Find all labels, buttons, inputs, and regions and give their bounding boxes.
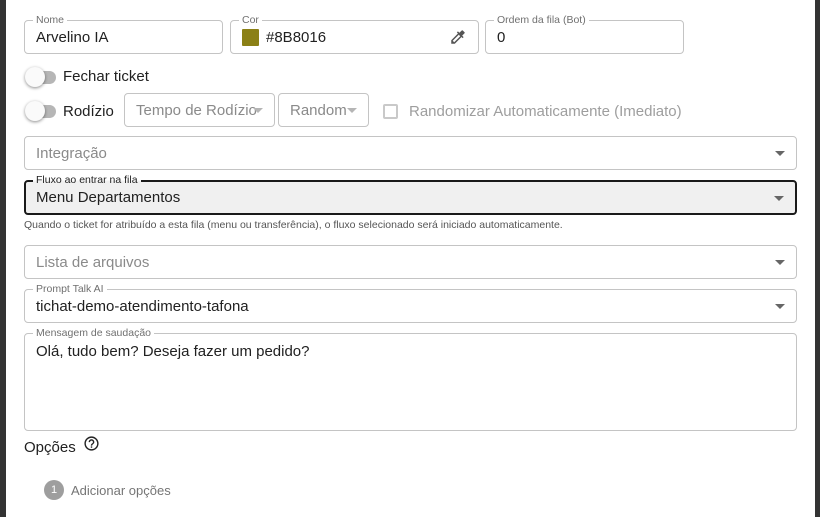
rotation-switch[interactable] bbox=[25, 101, 59, 121]
prompt-value: tichat-demo-atendimento-tafona bbox=[36, 297, 249, 315]
integration-placeholder: Integração bbox=[36, 144, 107, 162]
prompt-select[interactable]: Prompt Talk AI tichat-demo-atendimento-t… bbox=[24, 283, 797, 323]
help-circle-icon[interactable] bbox=[83, 435, 100, 452]
flow-value: Menu Departamentos bbox=[36, 189, 181, 206]
greeting-textarea[interactable]: Mensagem de saudação Olá, tudo bem? Dese… bbox=[24, 327, 797, 431]
rotation-label: Rodízio bbox=[63, 103, 114, 120]
chevron-down-icon bbox=[347, 108, 357, 113]
queue-order-value: 0 bbox=[497, 28, 506, 46]
rotation-mode-select[interactable]: Random bbox=[278, 93, 369, 127]
files-select[interactable]: Lista de arquivos bbox=[24, 245, 797, 279]
flow-select[interactable]: Fluxo ao entrar na fila Menu Departament… bbox=[24, 174, 797, 215]
queue-order-label: Ordem da fila (Bot) bbox=[494, 14, 589, 26]
files-placeholder: Lista de arquivos bbox=[36, 253, 150, 271]
rotation-time-placeholder: Tempo de Rodízio bbox=[136, 101, 257, 119]
chevron-down-icon bbox=[775, 151, 785, 156]
color-value: #8B8016 bbox=[266, 28, 327, 46]
auto-random-checkbox[interactable] bbox=[383, 104, 398, 119]
greeting-label: Mensagem de saudação bbox=[33, 327, 154, 339]
close-ticket-label: Fechar ticket bbox=[63, 68, 149, 85]
chevron-down-icon bbox=[253, 108, 263, 113]
rotation-time-select[interactable]: Tempo de Rodízio bbox=[124, 93, 275, 127]
color-swatch bbox=[242, 29, 259, 46]
add-options-label: Adicionar opções bbox=[71, 483, 171, 498]
step-number: 1 bbox=[44, 480, 64, 500]
rotation-mode-placeholder: Random bbox=[290, 101, 347, 119]
color-label: Cor bbox=[239, 14, 262, 26]
chevron-down-icon bbox=[775, 304, 785, 309]
auto-random-label: Randomizar Automaticamente (Imediato) bbox=[409, 103, 682, 120]
name-field[interactable]: Nome Arvelino IA bbox=[24, 14, 223, 54]
chevron-down-icon bbox=[775, 260, 785, 265]
color-field[interactable]: Cor #8B8016 bbox=[230, 14, 479, 54]
options-title: Opções bbox=[24, 439, 76, 456]
queue-order-field[interactable]: Ordem da fila (Bot) 0 bbox=[485, 14, 684, 54]
eyedropper-icon[interactable] bbox=[449, 28, 467, 46]
integration-select[interactable]: Integração bbox=[24, 136, 797, 170]
name-value: Arvelino IA bbox=[36, 28, 109, 46]
flow-helper-text: Quando o ticket for atribuído a esta fil… bbox=[24, 219, 563, 231]
queue-form-panel: Nome Arvelino IA Cor #8B8016 Ordem da fi… bbox=[6, 0, 815, 517]
greeting-value: Olá, tudo bem? Deseja fazer um pedido? bbox=[36, 343, 310, 360]
chevron-down-icon bbox=[774, 195, 784, 201]
close-ticket-switch[interactable] bbox=[25, 67, 59, 87]
